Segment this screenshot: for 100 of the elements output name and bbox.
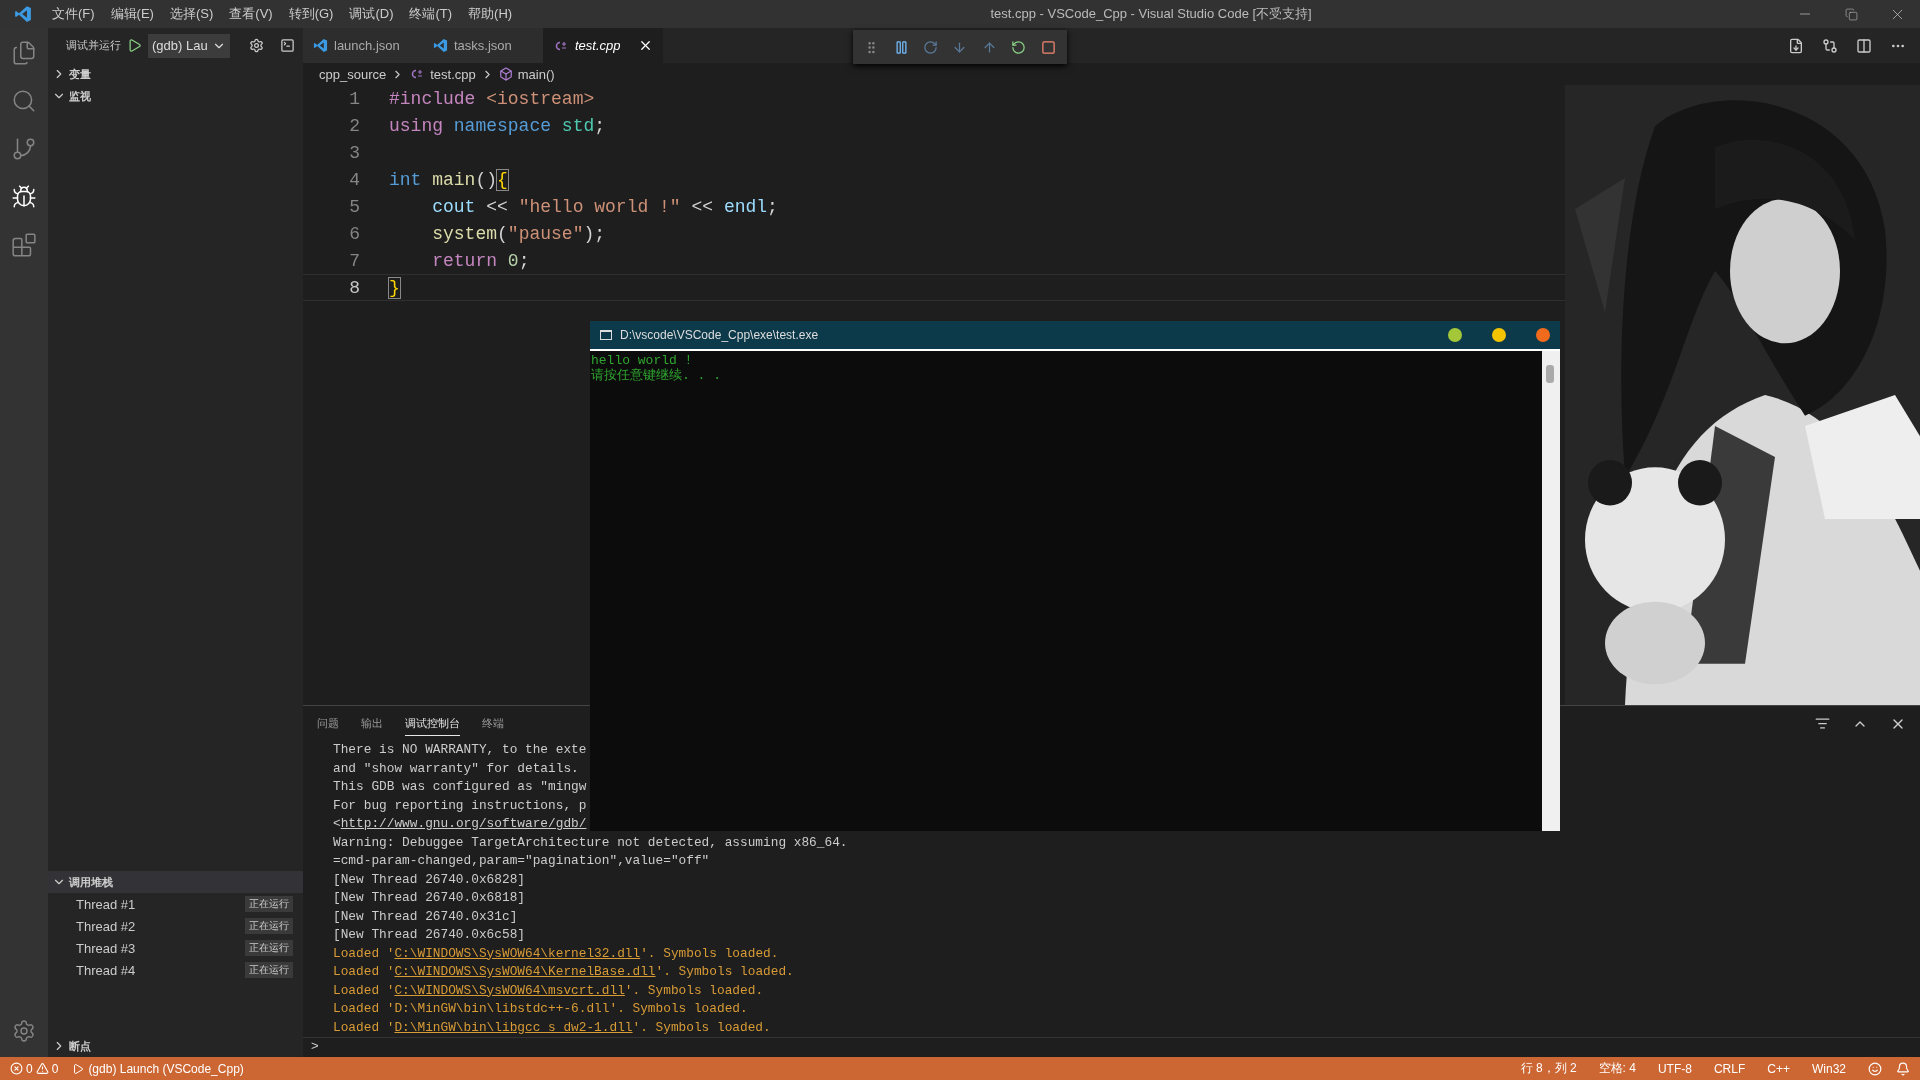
link[interactable]: C:\WINDOWS\SysWOW64\KernelBase.dll [394,964,656,979]
line-number: 6 [348,223,360,244]
branch-icon[interactable] [11,136,37,162]
console-title: D:\vscode\VSCode_Cpp\exe\test.exe [620,328,819,342]
status-badge: 正在运行 [245,940,293,956]
stop-icon[interactable] [1040,39,1056,55]
editor-tab[interactable]: tasks.json [423,28,543,63]
panel-tab[interactable]: 输出 [361,711,383,736]
bug-icon[interactable] [11,184,37,210]
menu-item[interactable]: 文件(F) [44,5,103,23]
console-line: =cmd-param-changed,param="pagination",value="off" [333,852,711,870]
problems-indicator[interactable]: 0 0 [10,1061,59,1076]
settings-icon[interactable] [249,38,264,53]
console-line: Loaded 'D:\MinGW\bin\libstdc++-6.dll'. Symbols loaded. [333,1000,749,1018]
console-line: Loaded 'D:\MinGW\bin\libgcc_s_dw2-1.dll'. Symbols loaded. [333,1018,772,1037]
terminal-icon[interactable] [280,38,295,53]
thread-row[interactable]: Thread #1 正在运行 [48,893,303,915]
bell-icon[interactable] [1896,1061,1910,1076]
launch-status[interactable]: (gdb) Launch (VSCode_Cpp) [72,1061,244,1076]
thread-row[interactable]: Thread #4 正在运行 [48,959,303,981]
code-line: using namespace std; [389,115,606,136]
console-line: [New Thread 26740.0x6c58] [333,926,526,944]
split-icon[interactable] [1856,37,1872,54]
panel-tab[interactable]: 终端 [482,711,504,736]
close-button[interactable] [1536,328,1550,342]
prompt-symbol: > [311,1038,319,1053]
ribbon-icon [433,38,448,53]
breadcrumb-item[interactable]: cpp_source [319,66,387,82]
scrollbar[interactable] [1542,351,1560,831]
step-over-icon[interactable] [923,39,939,55]
step-into-icon[interactable] [952,39,968,55]
menu-item[interactable]: 编辑(E) [102,5,162,23]
console-line: This GDB was configured as "mingw [333,778,588,796]
play-icon[interactable] [127,38,142,53]
menu-item[interactable]: 选择(S) [161,5,222,23]
panel-tab[interactable]: 问题 [317,711,339,736]
status-item[interactable]: 空格: 4 [1598,1060,1636,1077]
link[interactable]: http://www.gnu.org/software/gdb/ [340,816,587,831]
console-line: Loaded 'C:\WINDOWS\SysWOW64\msvcrt.dll'. Symbols loaded. [333,981,765,1000]
status-item[interactable]: Win32 [1812,1061,1846,1076]
code-line: } [389,277,400,298]
status-badge: 正在运行 [245,896,293,912]
status-item[interactable]: C++ [1767,1061,1790,1076]
breadcrumb-item[interactable]: test.cpp [430,66,476,82]
section-header[interactable]: 调用堆栈 [48,871,303,893]
line-number: 4 [348,169,360,190]
files-icon[interactable] [11,40,37,66]
console-line: For bug reporting instructions, p [333,796,588,815]
filter-icon[interactable] [1815,716,1830,731]
menu-item[interactable]: 终端(T) [401,5,461,23]
status-item[interactable]: UTF-8 [1657,1061,1692,1076]
status-badge: 正在运行 [245,962,293,978]
section-header[interactable]: 监视 [48,85,303,107]
close-icon[interactable] [638,38,653,53]
link[interactable]: C:\WINDOWS\SysWOW64\msvcrt.dll [394,982,625,998]
code-line: int main(){ [389,169,508,190]
menu-item[interactable]: 调试(D) [341,5,402,23]
window-title: test.cpp - VSCode_Cpp - Visual Studio Code [不受支持] [990,6,1312,21]
restart-icon[interactable] [1011,39,1027,55]
panel-tab[interactable]: 调试控制台 [405,711,460,736]
search-icon[interactable] [11,88,37,114]
step-out-icon[interactable] [981,39,997,55]
status-item[interactable]: 行 8，列 2 [1520,1060,1577,1077]
code-line: #include <iostream> [389,88,595,109]
section-header[interactable]: 变量 [48,63,303,85]
link[interactable]: C:\WINDOWS\SysWOW64\kernel32.dll [394,945,641,961]
blocks-icon[interactable] [11,232,37,258]
warning-icon [35,1062,49,1075]
editor-tab[interactable]: launch.json [303,28,423,63]
console-line: Warning: Debuggee TargetArchitecture not detected, assuming x86_64. [333,833,849,852]
maximize-button[interactable] [1492,328,1506,342]
console-line: and "show warranty" for details. [333,759,580,778]
status-item[interactable]: CRLF [1713,1061,1746,1076]
error-icon [10,1062,23,1075]
minimize-button[interactable] [1448,328,1462,342]
console-line: [New Thread 26740.0x6818] [333,889,526,907]
editor-tab[interactable]: test.cpp [543,28,663,63]
restore-icon[interactable] [1844,7,1858,21]
menu-item[interactable]: 查看(V) [221,5,281,23]
line-number: 7 [348,250,360,271]
smiley-icon[interactable] [1868,1061,1882,1076]
pause-icon[interactable] [893,39,909,55]
menu-item[interactable]: 转到(G) [280,5,342,23]
code-line: return 0; [431,250,530,271]
cube-icon [498,67,513,81]
thread-row[interactable]: Thread #2 正在运行 [48,915,303,937]
configuration-select[interactable]: (gdb) Lau [148,33,230,58]
compare-icon[interactable] [1822,37,1838,54]
console-output: 请按任意键继续. . . [591,368,722,383]
menu-item[interactable]: 帮助(H) [460,5,521,23]
console-line: Loaded 'C:\WINDOWS\SysWOW64\KernelBase.dll'. Symbols loaded. [333,963,795,981]
download-icon[interactable] [1788,37,1804,54]
console-line: [New Thread 26740.0x31c] [333,907,519,926]
line-number: 5 [348,196,360,217]
link[interactable]: D:\MinGW\bin\libgcc_s_dw2-1.dll [394,1019,633,1035]
line-number: 2 [348,115,360,136]
thread-row[interactable]: Thread #3 正在运行 [48,937,303,959]
breadcrumb-item[interactable]: main() [517,66,555,82]
status-badge: 正在运行 [245,918,293,934]
section-header[interactable]: 断点 [48,1035,303,1057]
